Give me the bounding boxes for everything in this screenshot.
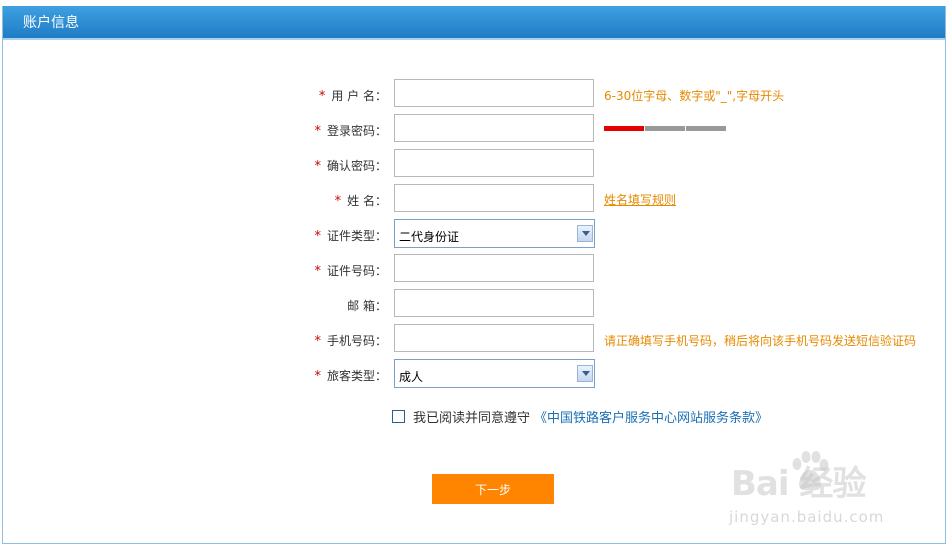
- name-label: * 姓 名：: [334, 194, 387, 209]
- required-mark: *: [314, 229, 321, 244]
- id-number-label: * 证件号码：: [314, 264, 387, 279]
- agreement-text: 我已阅读并同意遵守: [413, 411, 531, 426]
- strength-bar-1: [604, 126, 644, 131]
- agreement-checkbox[interactable]: [392, 410, 405, 423]
- id-type-row: * 证件类型： 二代身份证: [3, 219, 947, 249]
- id-number-input[interactable]: [394, 254, 594, 282]
- password-strength-meter: [604, 126, 727, 131]
- next-step-button[interactable]: 下一步: [432, 474, 554, 504]
- panel-title: 账户信息: [23, 15, 79, 31]
- terms-link[interactable]: 《中国铁路客户服务中心网站服务条款》: [534, 411, 768, 426]
- phone-hint: 请正确填写手机号码，稍后将向该手机号码发送短信验证码: [604, 334, 917, 348]
- confirm-password-label: * 确认密码：: [314, 159, 387, 174]
- email-row: 邮 箱：: [3, 289, 947, 319]
- strength-bar-2: [645, 126, 685, 131]
- required-mark: *: [334, 194, 342, 209]
- phone-label: * 手机号码：: [314, 334, 387, 349]
- password-label: * 登录密码：: [314, 124, 387, 139]
- passenger-type-row: * 旅客类型： 成人: [3, 359, 947, 389]
- required-mark: *: [314, 264, 321, 279]
- required-mark: *: [314, 124, 321, 139]
- username-row: * 用 户 名： 6-30位字母、数字或"_",字母开头: [3, 79, 947, 109]
- confirm-password-input[interactable]: [394, 149, 594, 177]
- name-rules-link[interactable]: 姓名填写规则: [604, 191, 676, 208]
- paw-icon: [792, 451, 829, 491]
- username-hint: 6-30位字母、数字或"_",字母开头: [604, 89, 785, 103]
- username-label: * 用 户 名：: [318, 89, 387, 104]
- name-row: * 姓 名： 姓名填写规则: [3, 184, 947, 214]
- required-mark: *: [314, 369, 321, 384]
- name-input[interactable]: [394, 184, 594, 212]
- id-type-label: * 证件类型：: [314, 229, 387, 244]
- agreement-row: 我已阅读并同意遵守 《中国铁路客户服务中心网站服务条款》: [392, 406, 768, 426]
- id-type-selected: 二代身份证: [399, 230, 460, 244]
- account-info-panel: 账户信息 * 用 户 名： 6-30位字母、数字或"_",字母开头 * 登录密码： …: [2, 6, 946, 544]
- required-mark: *: [314, 159, 321, 174]
- passenger-type-label: * 旅客类型：: [314, 369, 387, 384]
- phone-input[interactable]: [394, 324, 594, 352]
- passenger-type-selected: 成人: [399, 370, 424, 384]
- id-number-row: * 证件号码：: [3, 254, 947, 284]
- watermark-sub-text: jingyan.baidu.com: [729, 508, 885, 526]
- email-label: 邮 箱：: [347, 299, 387, 313]
- username-input[interactable]: [394, 79, 594, 107]
- passenger-type-select[interactable]: 成人: [394, 359, 595, 388]
- required-mark: *: [318, 89, 326, 104]
- baidu-jingyan-watermark: Bai 经验 jingyan.baidu.com: [729, 450, 929, 534]
- strength-bar-3: [686, 126, 726, 131]
- password-row: * 登录密码：: [3, 114, 947, 144]
- phone-row: * 手机号码： 请正确填写手机号码，稍后将向该手机号码发送短信验证码: [3, 324, 947, 354]
- id-type-select[interactable]: 二代身份证: [394, 219, 595, 248]
- password-input[interactable]: [394, 114, 594, 142]
- chevron-down-icon[interactable]: [577, 365, 593, 382]
- chevron-down-icon[interactable]: [577, 225, 593, 242]
- panel-header: 账户信息: [3, 6, 945, 40]
- required-mark: *: [314, 334, 321, 349]
- email-input[interactable]: [394, 289, 594, 317]
- confirm-password-row: * 确认密码：: [3, 149, 947, 179]
